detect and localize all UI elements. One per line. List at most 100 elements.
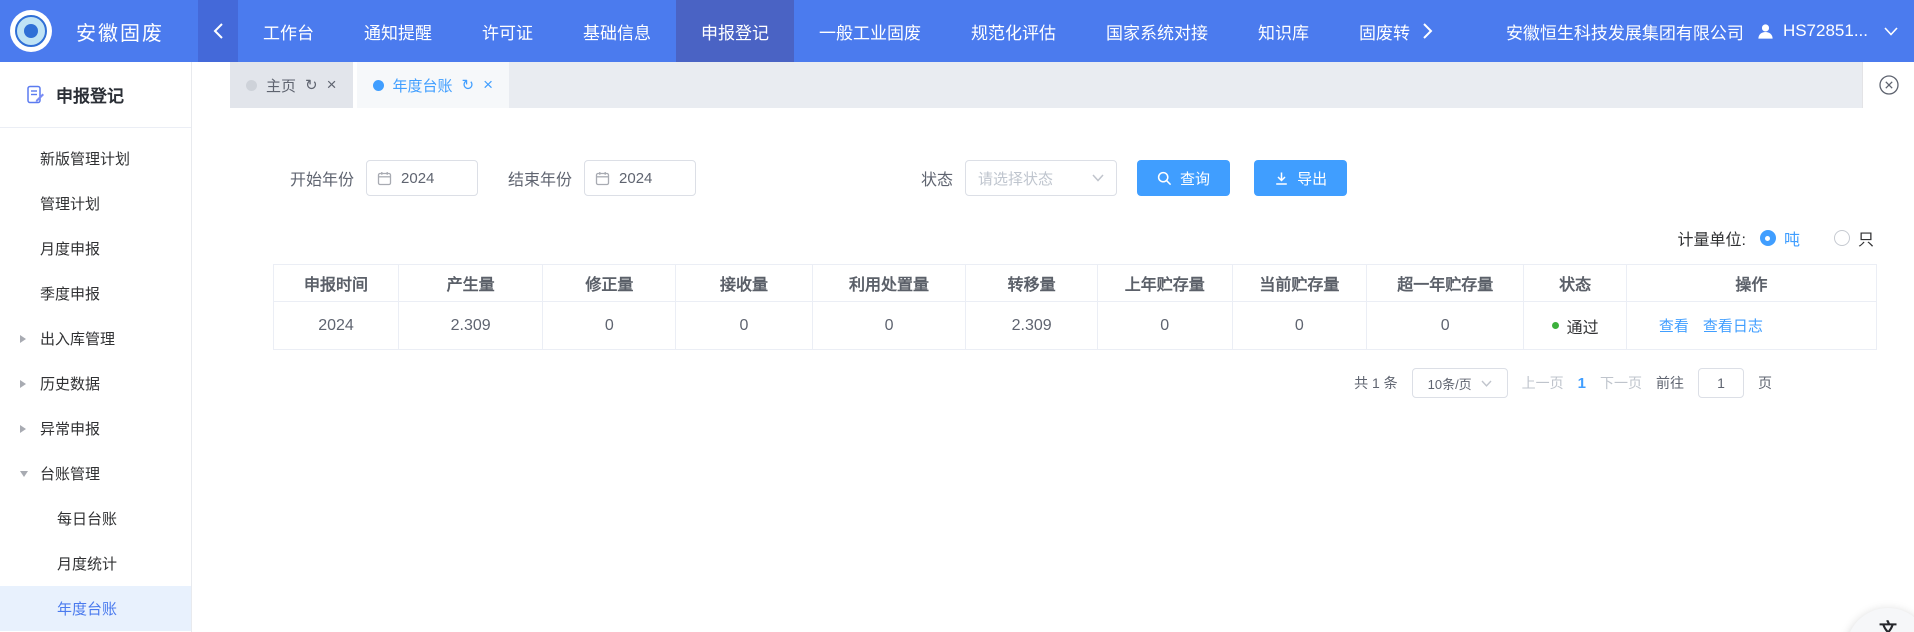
sidebar-item-management-plan[interactable]: 管理计划 bbox=[0, 181, 191, 226]
nav-item-license[interactable]: 许可证 bbox=[457, 0, 558, 62]
app-logo-emblem bbox=[15, 15, 47, 47]
chevron-left-icon bbox=[213, 22, 224, 40]
col-current-storage: 当前贮存量 bbox=[1232, 265, 1367, 302]
total-count: 共 1 条 bbox=[1354, 373, 1398, 393]
download-icon bbox=[1274, 171, 1289, 186]
sidebar-item-ledger-management[interactable]: 台账管理 bbox=[0, 451, 191, 496]
next-page-button[interactable]: 下一页 bbox=[1600, 373, 1642, 393]
col-corrected: 修正量 bbox=[543, 265, 676, 302]
tab-close-icon[interactable]: × bbox=[327, 75, 337, 95]
sidebar-item-daily-ledger[interactable]: 每日台账 bbox=[0, 496, 191, 541]
sidebar-item-monthly-stats[interactable]: 月度统计 bbox=[0, 541, 191, 586]
cell-current-storage: 0 bbox=[1232, 302, 1367, 350]
sidebar-item-label: 出入库管理 bbox=[40, 328, 115, 349]
navbar-user-area: 安徽恒生科技发展集团有限公司 HS72851... bbox=[1506, 19, 1914, 44]
tab-refresh-icon[interactable]: ↻ bbox=[462, 76, 475, 94]
end-year-label: 结束年份 bbox=[508, 166, 572, 190]
unit-radio-ton-label[interactable]: 吨 bbox=[1784, 226, 1800, 250]
search-icon bbox=[1157, 171, 1172, 186]
nav-item-declaration[interactable]: 申报登记 bbox=[676, 0, 794, 62]
col-generated: 产生量 bbox=[399, 265, 543, 302]
nav-item-notifications[interactable]: 通知提醒 bbox=[339, 0, 457, 62]
pagination: 共 1 条 10条/页 上一页 1 下一页 前往 页 bbox=[192, 368, 1772, 398]
sidebar-header: 申报登记 bbox=[0, 62, 191, 128]
tab-home[interactable]: 主页 ↻ × bbox=[230, 62, 353, 108]
username[interactable]: HS72851... bbox=[1783, 21, 1868, 41]
nav-item-basic-info[interactable]: 基础信息 bbox=[558, 0, 676, 62]
expand-right-icon bbox=[20, 335, 26, 343]
export-button-label: 导出 bbox=[1297, 168, 1327, 189]
sidebar-item-quarterly-declaration[interactable]: 季度申报 bbox=[0, 271, 191, 316]
tab-bar: 主页 ↻ × 年度台账 ↻ × bbox=[192, 62, 1914, 108]
tab-annual-ledger[interactable]: 年度台账 ↻ × bbox=[353, 62, 510, 108]
nav-scroll-right-button[interactable] bbox=[1410, 0, 1444, 62]
tab-label: 年度台账 bbox=[393, 75, 453, 96]
goto-page-input[interactable] bbox=[1698, 368, 1744, 398]
start-year-value: 2024 bbox=[401, 170, 434, 187]
calendar-icon bbox=[377, 171, 392, 186]
col-transferred: 转移量 bbox=[966, 265, 1097, 302]
export-button[interactable]: 导出 bbox=[1254, 160, 1347, 196]
tab-close-icon[interactable]: × bbox=[483, 75, 493, 95]
sidebar-item-new-management-plan[interactable]: 新版管理计划 bbox=[0, 136, 191, 181]
tab-dot-icon bbox=[246, 80, 257, 91]
cell-over-one-year-storage: 0 bbox=[1367, 302, 1524, 350]
page-number-1[interactable]: 1 bbox=[1578, 375, 1586, 392]
sidebar-item-monthly-declaration[interactable]: 月度申报 bbox=[0, 226, 191, 271]
col-prev-year-storage: 上年贮存量 bbox=[1097, 265, 1232, 302]
unit-radio-ton[interactable] bbox=[1760, 230, 1776, 246]
main-area: 主页 ↻ × 年度台账 ↻ × 开始年份 bbox=[192, 62, 1914, 632]
view-link[interactable]: 查看 bbox=[1659, 318, 1689, 335]
goto-suffix: 页 bbox=[1758, 373, 1772, 393]
company-name: 安徽恒生科技发展集团有限公司 bbox=[1506, 19, 1744, 44]
user-menu-chevron-down-icon[interactable] bbox=[1884, 27, 1898, 36]
sidebar-item-abnormal-declaration[interactable]: 异常申报 bbox=[0, 406, 191, 451]
status-badge: 通过 bbox=[1567, 320, 1599, 337]
sidebar-item-inventory-management[interactable]: 出入库管理 bbox=[0, 316, 191, 361]
status-select[interactable]: 请选择状态 bbox=[965, 160, 1117, 196]
status-dot-icon bbox=[1552, 322, 1559, 329]
cell-received: 0 bbox=[676, 302, 812, 350]
cell-corrected: 0 bbox=[543, 302, 676, 350]
app-logo bbox=[10, 10, 52, 52]
close-all-tabs-button[interactable] bbox=[1862, 62, 1914, 108]
status-label: 状态 bbox=[921, 166, 953, 190]
sidebar-item-annual-ledger[interactable]: 年度台账 bbox=[0, 586, 191, 631]
user-icon bbox=[1756, 22, 1775, 41]
col-received: 接收量 bbox=[676, 265, 812, 302]
expand-down-icon bbox=[20, 471, 28, 477]
top-navbar: 安徽固废 工作台 通知提醒 许可证 基础信息 申报登记 一般工业固废 规范化评估… bbox=[0, 0, 1914, 62]
unit-radio-piece-label[interactable]: 只 bbox=[1858, 226, 1874, 250]
filter-row: 开始年份 2024 结束年份 2024 状态 请选择状态 bbox=[290, 160, 1914, 196]
page-size-value: 10条/页 bbox=[1428, 374, 1472, 393]
cell-transferred: 2.309 bbox=[966, 302, 1097, 350]
nav-item-waste-transfer[interactable]: 固废转 bbox=[1334, 0, 1410, 62]
sidebar-item-history-data[interactable]: 历史数据 bbox=[0, 361, 191, 406]
unit-label: 计量单位: bbox=[1678, 226, 1746, 250]
cell-declare-time: 2024 bbox=[274, 302, 399, 350]
nav-scroll-left-button[interactable] bbox=[198, 0, 238, 62]
expand-right-icon bbox=[20, 380, 26, 388]
tab-refresh-icon[interactable]: ↻ bbox=[305, 76, 318, 94]
table-row: 2024 2.309 0 0 0 2.309 0 0 0 通过 查看查看日 bbox=[274, 302, 1877, 350]
nav-item-workbench[interactable]: 工作台 bbox=[238, 0, 339, 62]
end-year-input[interactable]: 2024 bbox=[584, 160, 696, 196]
nav-item-national-system[interactable]: 国家系统对接 bbox=[1081, 0, 1233, 62]
col-utilized-disposed: 利用处置量 bbox=[812, 265, 966, 302]
goto-prefix: 前往 bbox=[1656, 373, 1684, 393]
page-size-select[interactable]: 10条/页 bbox=[1412, 368, 1508, 398]
unit-radio-piece[interactable] bbox=[1834, 230, 1850, 246]
nav-item-standard-evaluation[interactable]: 规范化评估 bbox=[946, 0, 1081, 62]
floating-widget-label: 文 bbox=[1879, 616, 1897, 632]
nav-item-general-industrial-waste[interactable]: 一般工业固废 bbox=[794, 0, 946, 62]
start-year-input[interactable]: 2024 bbox=[366, 160, 478, 196]
chevron-right-icon bbox=[1422, 22, 1433, 40]
expand-right-icon bbox=[20, 425, 26, 433]
cell-prev-year-storage: 0 bbox=[1097, 302, 1232, 350]
nav-item-knowledge-base[interactable]: 知识库 bbox=[1233, 0, 1334, 62]
search-button[interactable]: 查询 bbox=[1137, 160, 1230, 196]
view-log-link[interactable]: 查看日志 bbox=[1703, 318, 1763, 335]
search-button-label: 查询 bbox=[1180, 168, 1210, 189]
table-header-row: 申报时间 产生量 修正量 接收量 利用处置量 转移量 上年贮存量 当前贮存量 超… bbox=[274, 265, 1877, 302]
prev-page-button[interactable]: 上一页 bbox=[1522, 373, 1564, 393]
